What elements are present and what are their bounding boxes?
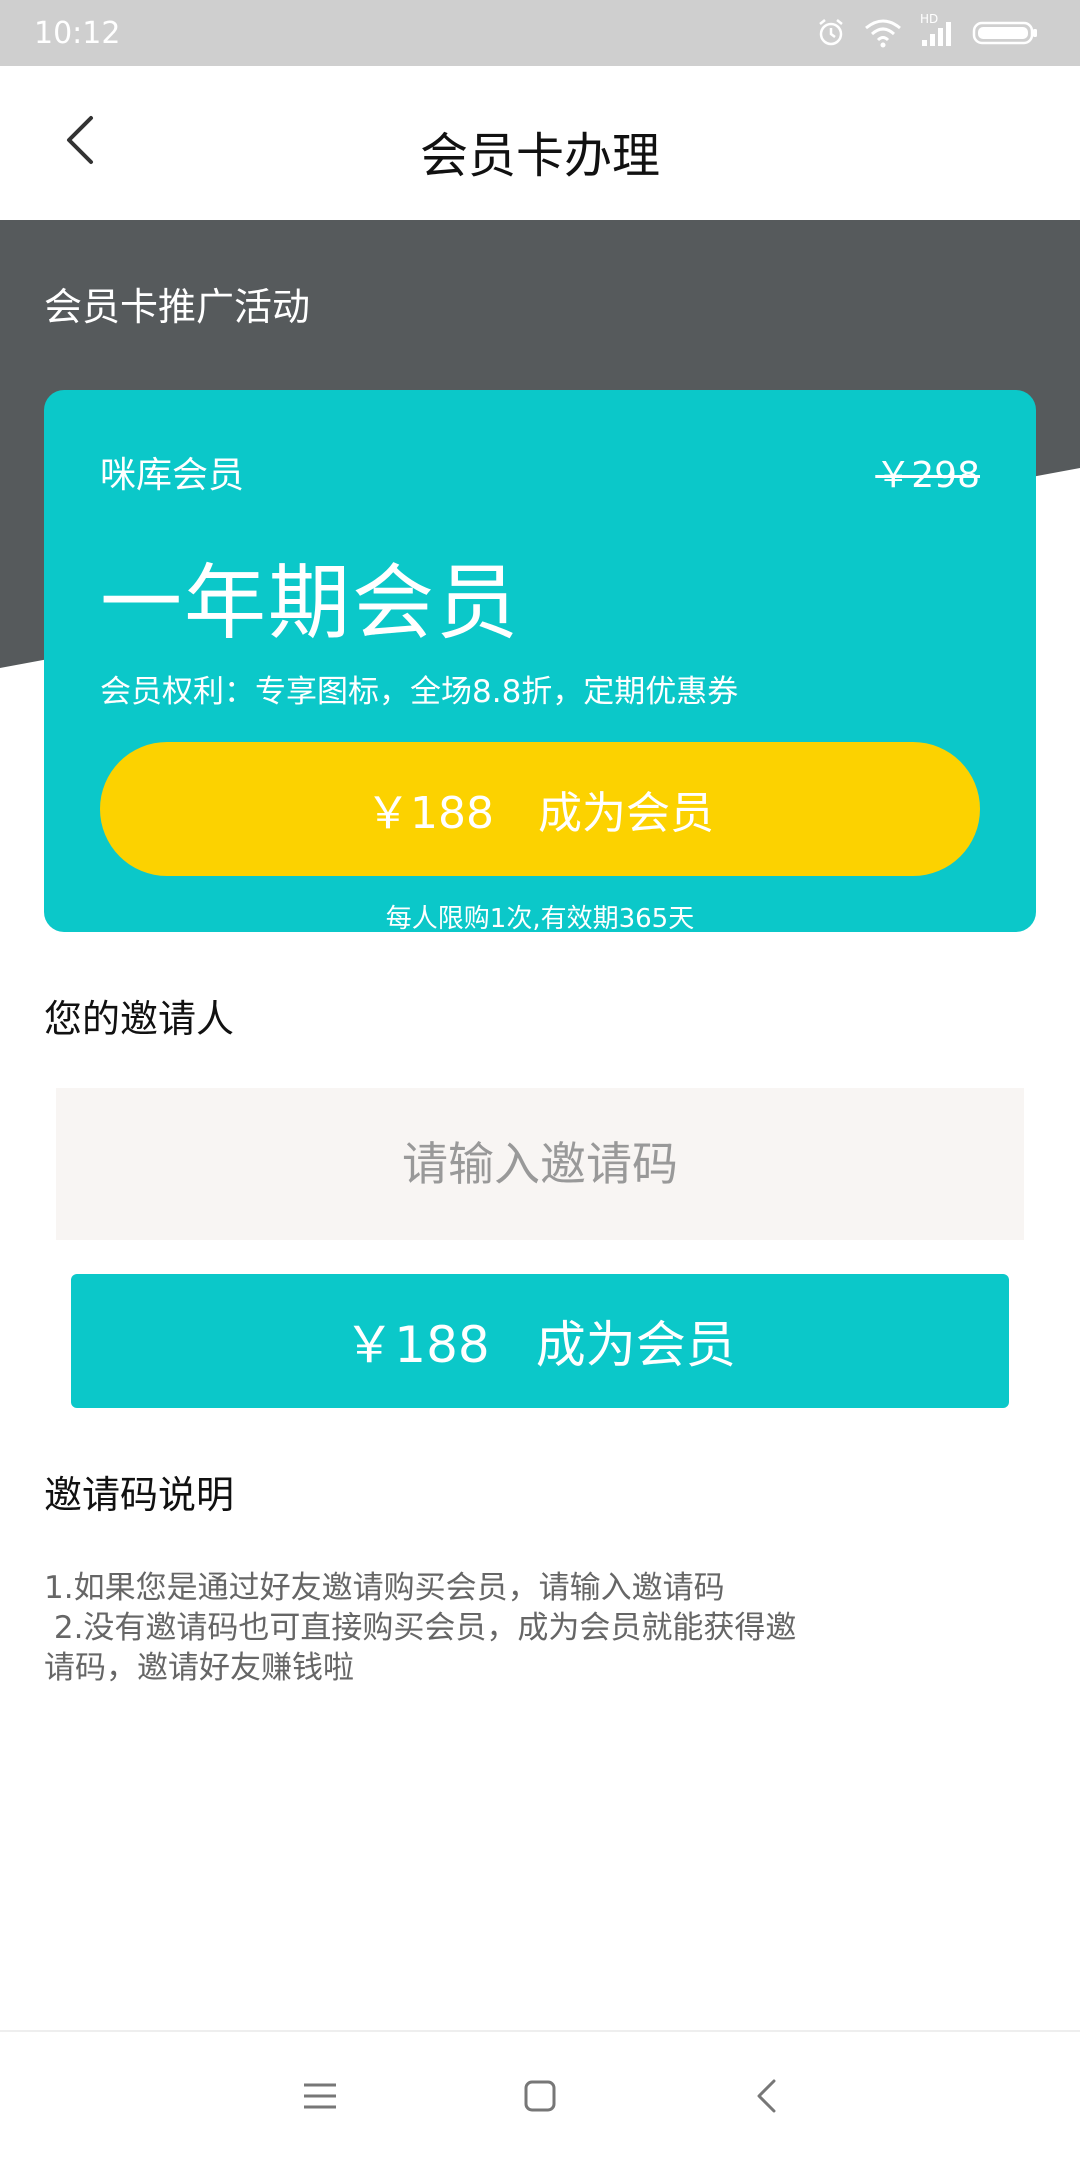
menu-icon[interactable] [300,2076,340,2116]
nav-bar: 会员卡办理 [0,66,1080,220]
invite-help-title: 邀请码说明 [44,1473,235,1517]
status-bar: 10:12 HD [0,0,1080,66]
card-plan-name: 一年期会员 [100,556,521,651]
invite-help-line: 请码，邀请好友赚钱啦 [44,1650,354,1686]
hd-label: HD [920,12,939,26]
invite-help-line: 2.没有邀请码也可直接购买会员，成为会员就能获得邀 [44,1610,797,1646]
card-buy-label: 成为会员 [537,788,714,839]
membership-card: 咪库会员 ￥298 一年期会员 会员权利：专享图标，全场8.8折，定期优惠券 ￥… [44,390,1036,934]
inviter-title: 您的邀请人 [44,997,235,1041]
main-buy-label: 成为会员 [535,1316,736,1374]
card-brand: 咪库会员 [100,455,245,496]
signal-icon: HD [920,12,954,48]
main-buy-price: ￥188 [344,1316,490,1374]
card-buy-price: ￥188 [366,788,494,839]
invite-help-text: 1.如果您是通过好友邀请购买会员，请输入邀请码 2.没有邀请码也可直接购买会员，… [44,1568,944,1688]
wifi-icon [864,18,902,48]
banner-label: 会员卡推广活动 [44,285,311,329]
card-buy-button[interactable]: ￥188 成为会员 [100,742,980,876]
card-limit-note: 每人限购1次,有效期365天 [385,904,695,934]
battery-icon [972,18,1038,48]
system-nav-bar [0,2030,1080,2160]
card-original-price: ￥298 [875,455,980,496]
card-benefits: 会员权利：专享图标，全场8.8折，定期优惠券 [100,674,739,710]
back-triangle-icon[interactable] [746,2076,786,2116]
alarm-icon [816,18,846,48]
become-member-button[interactable]: ￥188 成为会员 [71,1274,1009,1408]
status-time: 10:12 [34,15,121,51]
home-square-icon[interactable] [520,2076,560,2116]
invite-help-line: 1.如果您是通过好友邀请购买会员，请输入邀请码 [44,1570,725,1606]
invite-code-input[interactable] [56,1088,1024,1240]
page-title: 会员卡办理 [419,128,660,184]
status-icons: HD [816,12,1038,48]
